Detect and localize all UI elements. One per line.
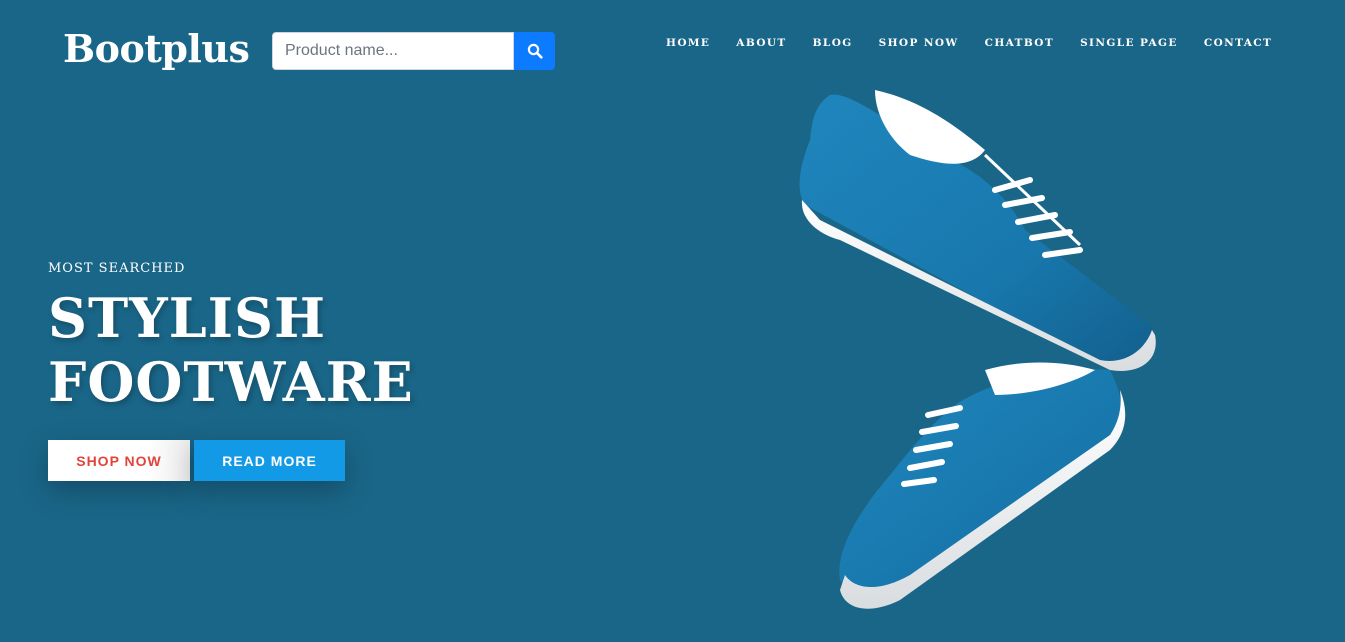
search-button[interactable]: [514, 32, 555, 70]
bottom-shoe: [839, 362, 1126, 609]
hero-title-line2: FOOTWARE: [48, 350, 414, 414]
shop-now-button[interactable]: SHOP NOW: [48, 440, 190, 481]
nav-contact[interactable]: CONTACT: [1204, 36, 1272, 50]
search-icon: [527, 43, 543, 59]
main-nav: HOME ABOUT BLOG SHOP NOW CHATBOT SINGLE …: [666, 36, 1298, 50]
brand-logo[interactable]: Bootplus: [63, 24, 250, 74]
nav-home[interactable]: HOME: [666, 36, 710, 50]
sneakers-image: [799, 90, 1156, 609]
top-shoe: [799, 90, 1156, 371]
hero-title-line1: STYLISH: [48, 286, 326, 350]
nav-shop-now[interactable]: SHOP NOW: [879, 36, 959, 50]
nav-chatbot[interactable]: CHATBOT: [985, 36, 1055, 50]
hero-title: STYLISH FOOTWARE: [48, 286, 414, 414]
nav-single-page[interactable]: SINGLE PAGE: [1080, 36, 1178, 50]
search-bar: [272, 32, 555, 70]
hero-kicker: MOST SEARCHED: [48, 261, 186, 276]
page: Bootplus HOME ABOUT BLOG SHOP NOW CHATBO…: [0, 0, 1345, 642]
search-input[interactable]: [272, 32, 514, 70]
read-more-button[interactable]: READ MORE: [194, 440, 345, 481]
nav-blog[interactable]: BLOG: [813, 36, 853, 50]
nav-about[interactable]: ABOUT: [736, 36, 786, 50]
